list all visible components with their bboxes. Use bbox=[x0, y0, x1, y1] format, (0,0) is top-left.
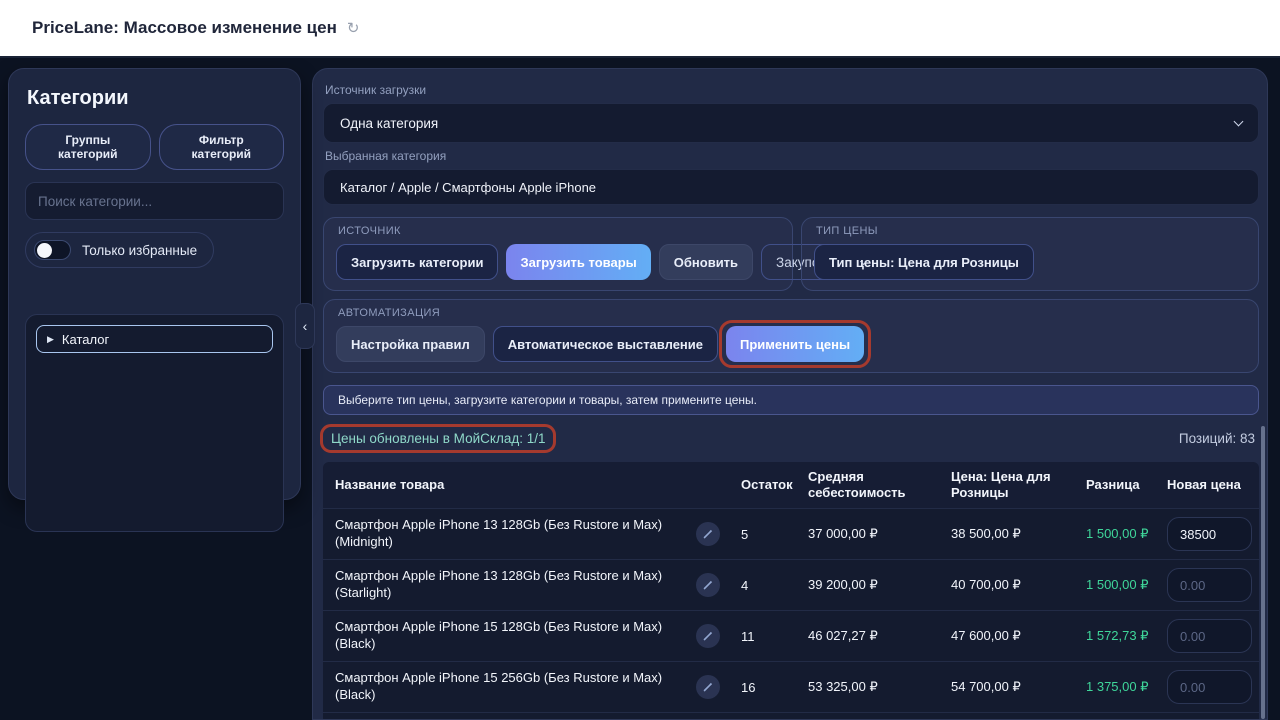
edit-icon[interactable] bbox=[696, 675, 720, 699]
status-row: Цены обновлены в МойСклад: 1/1 Позиций: … bbox=[319, 423, 1259, 453]
stock-value: 11 bbox=[741, 628, 755, 644]
load-categories-button[interactable]: Загрузить категории bbox=[336, 244, 499, 280]
header-diff: Разница bbox=[1086, 477, 1140, 493]
table-row: Смартфон Apple iPhone 15 128Gb (Без Rust… bbox=[323, 610, 1259, 661]
product-name: Смартфон Apple iPhone 13 128Gb (Без Rust… bbox=[335, 517, 663, 549]
table-header: Название товара Остаток Средняя себестои… bbox=[323, 462, 1259, 508]
diff-value: 1 375,00 ₽ bbox=[1086, 679, 1149, 694]
category-groups-button[interactable]: Группы категорий bbox=[25, 124, 151, 170]
avg-cost-value: 53 325,00 ₽ bbox=[808, 679, 878, 694]
header-price: Цена: Цена для Розницы bbox=[951, 469, 1051, 500]
refresh-button[interactable]: Обновить bbox=[658, 244, 754, 280]
product-name: Смартфон Apple iPhone 15 256Gb (Без Rust… bbox=[335, 670, 663, 702]
edit-icon[interactable] bbox=[696, 573, 720, 597]
categories-panel: Категории Группы категорий Фильтр катего… bbox=[8, 68, 301, 532]
automation-legend: АВТОМАТИЗАЦИЯ bbox=[338, 307, 441, 319]
price-type-button[interactable]: Тип цены: Цена для Розницы bbox=[814, 244, 1034, 280]
source-label: Источник загрузки bbox=[325, 83, 427, 97]
categories-title: Категории bbox=[27, 87, 129, 109]
edit-icon[interactable] bbox=[696, 522, 720, 546]
new-price-input[interactable] bbox=[1167, 670, 1252, 704]
price-value: 40 700,00 ₽ bbox=[951, 577, 1021, 592]
edit-icon[interactable] bbox=[696, 624, 720, 648]
avg-cost-value: 39 200,00 ₽ bbox=[808, 577, 878, 592]
new-price-input[interactable] bbox=[1167, 517, 1252, 551]
load-products-button[interactable]: Загрузить товары bbox=[506, 244, 651, 280]
header-new-price: Новая цена bbox=[1167, 477, 1241, 493]
diff-value: 1 500,00 ₽ bbox=[1086, 577, 1149, 592]
chevron-down-icon bbox=[1233, 116, 1244, 126]
table-body: Смартфон Apple iPhone 13 128Gb (Без Rust… bbox=[323, 508, 1259, 719]
table-row: Смартфон Apple iPhone 15 Pro 256Gb (Без … bbox=[323, 712, 1259, 719]
positions-count: Позиций: 83 bbox=[1178, 430, 1255, 446]
apply-prices-button[interactable]: Применить цены bbox=[718, 320, 872, 368]
refresh-icon[interactable]: ↻ bbox=[347, 19, 360, 37]
hint-text: Выберите тип цены, загрузите категории и… bbox=[338, 393, 757, 407]
table-row: Смартфон Apple iPhone 15 256Gb (Без Rust… bbox=[323, 661, 1259, 712]
table-row: Смартфон Apple iPhone 13 128Gb (Без Rust… bbox=[323, 508, 1259, 559]
toggle-knob bbox=[37, 242, 52, 258]
favorites-toggle-label: Только избранные bbox=[82, 242, 198, 258]
controls-row: ИСТОЧНИК Загрузить категории Загрузить т… bbox=[323, 217, 1259, 291]
stock-value: 4 bbox=[741, 577, 749, 593]
tree-item-catalog[interactable]: ▶ Каталог bbox=[36, 325, 273, 353]
rules-settings-button[interactable]: Настройка правил bbox=[336, 326, 485, 362]
chevron-left-icon: ‹ bbox=[302, 318, 308, 334]
category-filter-button[interactable]: Фильтр категорий bbox=[158, 124, 284, 170]
source-group-legend: ИСТОЧНИК bbox=[338, 225, 401, 237]
new-price-input[interactable] bbox=[1167, 568, 1252, 602]
new-price-input[interactable] bbox=[1167, 619, 1252, 653]
products-table: Название товара Остаток Средняя себестои… bbox=[323, 462, 1259, 719]
tree-item-label: Каталог bbox=[61, 331, 110, 347]
toggle-switch[interactable] bbox=[34, 240, 71, 260]
product-name: Смартфон Apple iPhone 15 128Gb (Без Rust… bbox=[335, 619, 663, 651]
stock-value: 5 bbox=[741, 526, 749, 542]
status-message: Цены обновлены в МойСклад: 1/1 bbox=[319, 423, 557, 453]
table-scrollbar[interactable] bbox=[1261, 426, 1265, 719]
category-tree: ▶ Каталог bbox=[25, 314, 284, 532]
product-name: Смартфон Apple iPhone 15 Pro 256Gb (Без … bbox=[323, 714, 691, 719]
price-value: 54 700,00 ₽ bbox=[951, 679, 1021, 694]
hint-bar: Выберите тип цены, загрузите категории и… bbox=[323, 385, 1259, 415]
diff-value: 1 572,73 ₽ bbox=[1086, 628, 1149, 643]
table-row: Смартфон Apple iPhone 13 128Gb (Без Rust… bbox=[323, 559, 1259, 610]
collapse-sidebar-button[interactable]: ‹ bbox=[295, 303, 315, 349]
header-stock: Остаток bbox=[741, 477, 793, 493]
selected-category-field[interactable]: Каталог / Apple / Смартфоны Apple iPhone bbox=[323, 169, 1259, 205]
header-avg-cost: Средняя себестоимость bbox=[808, 469, 906, 500]
selected-category-value: Каталог / Apple / Смартфоны Apple iPhone bbox=[340, 179, 597, 195]
favorites-toggle[interactable]: Только избранные bbox=[25, 232, 215, 268]
main-panel: Источник загрузки Одна категория Выбранн… bbox=[312, 68, 1268, 720]
avg-cost-value: 46 027,27 ₽ bbox=[808, 628, 878, 643]
app-header: PriceLane: Массовое изменение цен ↻ bbox=[0, 0, 1280, 58]
diff-value: 1 500,00 ₽ bbox=[1086, 526, 1149, 541]
category-search-input[interactable] bbox=[25, 182, 284, 220]
selected-category-label: Выбранная категория bbox=[325, 149, 447, 163]
price-value: 38 500,00 ₽ bbox=[951, 526, 1021, 541]
caret-right-icon[interactable]: ▶ bbox=[47, 334, 54, 345]
price-type-group: ТИП ЦЕНЫ Тип цены: Цена для Розницы bbox=[801, 217, 1259, 291]
price-value: 47 600,00 ₽ bbox=[951, 628, 1021, 643]
stock-value: 16 bbox=[741, 679, 756, 695]
automation-group: АВТОМАТИЗАЦИЯ Настройка правил Автоматич… bbox=[323, 299, 1259, 373]
source-select[interactable]: Одна категория bbox=[323, 103, 1259, 143]
source-select-value: Одна категория bbox=[340, 115, 439, 131]
category-buttons: Группы категорий Фильтр категорий bbox=[25, 124, 284, 170]
avg-cost-value: 37 000,00 ₽ bbox=[808, 526, 878, 541]
product-name: Смартфон Apple iPhone 13 128Gb (Без Rust… bbox=[335, 568, 663, 600]
header-product-name: Название товара bbox=[335, 477, 445, 493]
price-type-legend: ТИП ЦЕНЫ bbox=[816, 225, 878, 237]
page-title: PriceLane: Массовое изменение цен bbox=[32, 18, 337, 37]
auto-pricing-button[interactable]: Автоматическое выставление bbox=[492, 326, 718, 362]
source-group: ИСТОЧНИК Загрузить категории Загрузить т… bbox=[323, 217, 888, 291]
